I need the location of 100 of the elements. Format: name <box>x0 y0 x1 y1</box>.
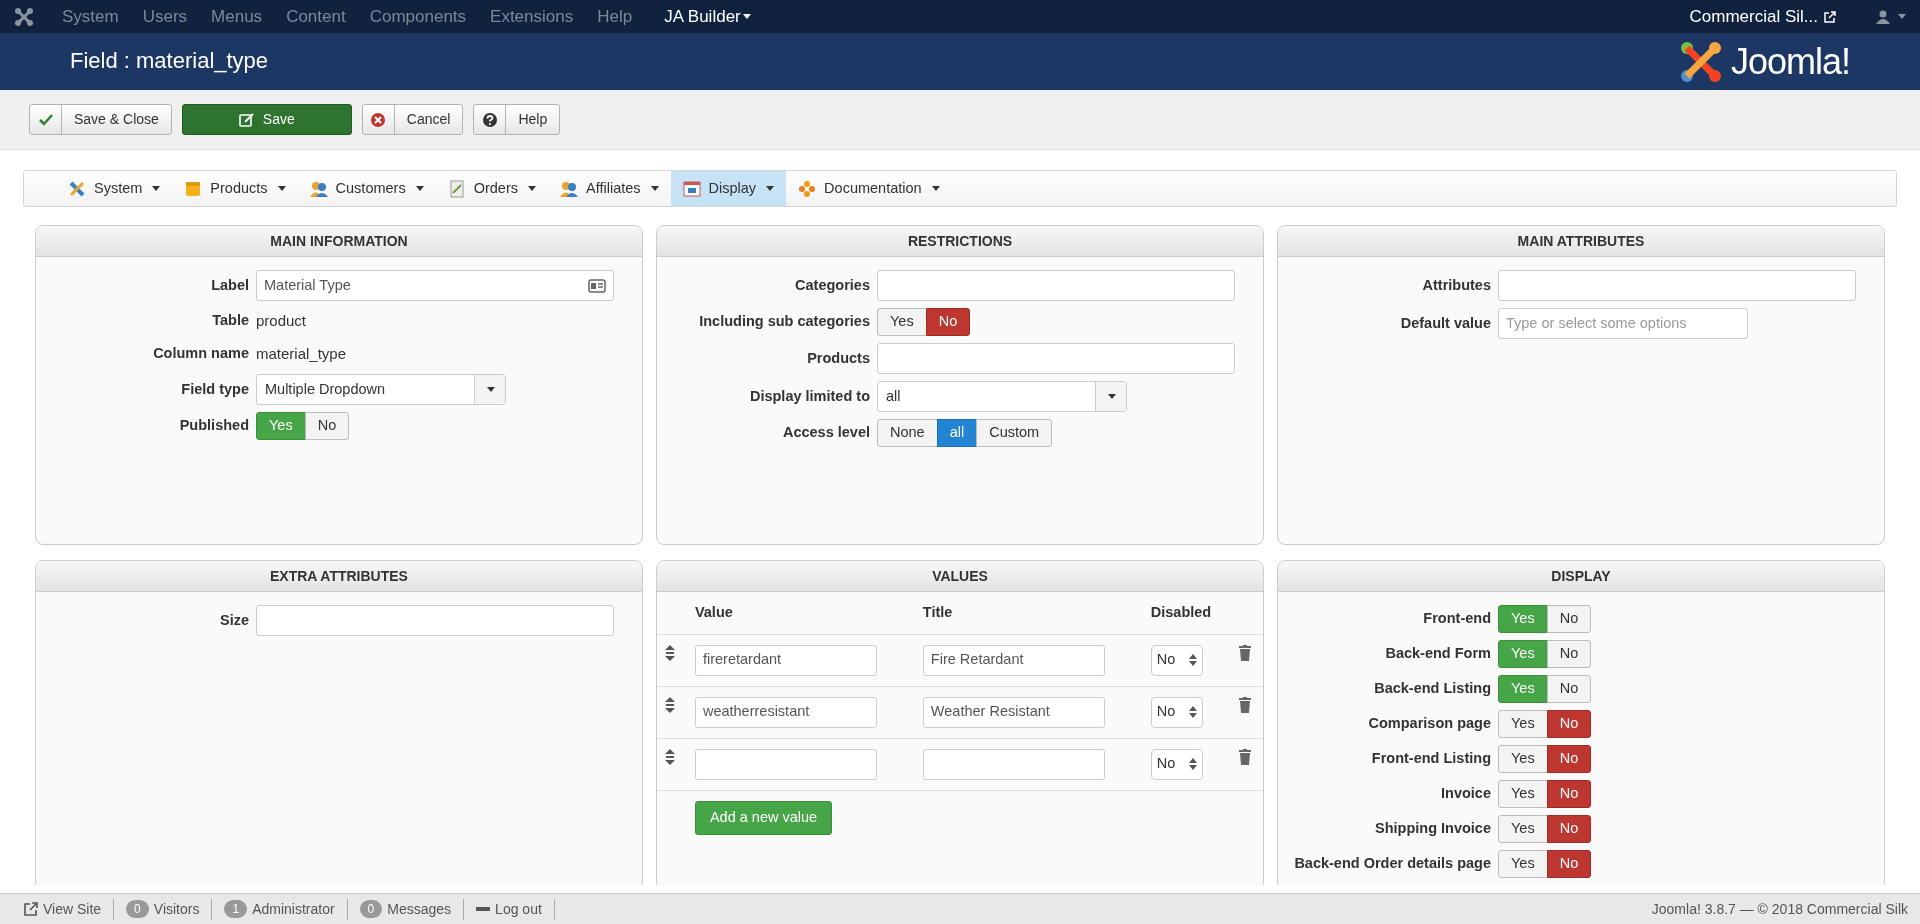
status-label: Visitors <box>153 899 200 919</box>
toggle-option[interactable]: No <box>925 308 971 336</box>
select-field[interactable]: No <box>1150 696 1203 728</box>
trash-icon[interactable] <box>1238 644 1251 661</box>
field-label: Label <box>210 275 250 295</box>
site-link[interactable]: Commercial Sil... <box>1689 3 1818 30</box>
column-header: Value <box>686 592 915 635</box>
user-icon <box>1876 9 1890 24</box>
menu-item[interactable]: System <box>62 3 119 30</box>
page-title: Field : material_type <box>70 48 269 75</box>
submenu-item[interactable]: Orders <box>435 171 548 206</box>
panel-title: MAIN INFORMATION <box>36 226 642 257</box>
input-field[interactable]: weatherresistant <box>694 696 877 728</box>
input-field[interactable]: Fire Retardant <box>922 644 1105 676</box>
caret-icon <box>650 186 659 191</box>
field-label: Display limited to <box>748 386 871 406</box>
caret-icon <box>931 186 940 191</box>
field-label: Shipping Invoice <box>1374 819 1492 839</box>
select-field[interactable]: all <box>877 381 1127 412</box>
field-label: Attributes <box>1421 275 1492 295</box>
panel-title: EXTRA ATTRIBUTES <box>36 561 642 592</box>
input-field[interactable]: fireretardant <box>694 644 877 676</box>
toggle-option[interactable]: No <box>1546 745 1592 773</box>
view-site-link[interactable]: View Site <box>43 898 102 920</box>
toggle-option[interactable]: No <box>1546 710 1592 738</box>
submenu-item[interactable]: System <box>56 171 173 206</box>
caret-icon <box>1108 394 1116 399</box>
toolbar-button[interactable]: Help <box>473 104 561 135</box>
close-icon <box>370 111 387 128</box>
input-field[interactable] <box>694 748 877 780</box>
caret-icon <box>487 387 495 392</box>
submenu-item[interactable]: Display <box>670 171 787 206</box>
input-field[interactable] <box>877 270 1235 301</box>
select-field[interactable]: Multiple Dropdown <box>256 374 506 405</box>
window-icon <box>682 179 701 198</box>
panel-title: RESTRICTIONS <box>657 226 1263 257</box>
toggle-option[interactable]: Yes <box>1498 850 1548 878</box>
field-label: Table <box>211 311 250 331</box>
external-link-icon <box>24 902 38 916</box>
flower-icon <box>798 179 817 198</box>
input-field[interactable] <box>922 748 1105 780</box>
toggle-option[interactable]: No <box>1546 815 1592 843</box>
caret-icon <box>415 186 424 191</box>
toggle-option[interactable]: Yes <box>1498 780 1548 808</box>
toggle-option[interactable]: Yes <box>1498 815 1548 843</box>
field-label: Size <box>219 610 250 630</box>
select-field[interactable]: No <box>1150 644 1203 676</box>
submenu-item[interactable]: Products <box>172 171 298 206</box>
tools-icon <box>68 179 86 198</box>
input-field[interactable] <box>256 605 614 636</box>
toggle-option[interactable]: No <box>1546 605 1592 633</box>
input-field[interactable]: Material Type <box>256 270 614 301</box>
menu-item[interactable]: Extensions <box>490 3 574 30</box>
field-label: Invoice <box>1440 784 1492 804</box>
toolbar-button[interactable]: Save & Close <box>29 104 172 135</box>
toggle-option[interactable]: all <box>936 419 978 447</box>
submenu-item[interactable]: Documentation <box>786 171 952 206</box>
toggle-option[interactable]: No <box>1546 780 1592 808</box>
menu-item[interactable]: Menus <box>211 3 263 30</box>
menu-item[interactable]: Content <box>286 3 346 30</box>
toggle-option[interactable]: No <box>1546 850 1592 878</box>
field-label: Comparison page <box>1367 714 1492 734</box>
toggle-option[interactable]: Yes <box>1498 745 1548 773</box>
toolbar-button[interactable]: Save <box>181 104 352 135</box>
field-label: Products <box>806 348 871 368</box>
toggle-option[interactable]: None <box>877 419 938 447</box>
trash-icon[interactable] <box>1238 748 1251 765</box>
toggle-option[interactable]: No <box>304 412 350 440</box>
logout-link[interactable]: Log out <box>495 898 542 920</box>
input-field[interactable]: Weather Resistant <box>922 696 1105 728</box>
count-badge: 1 <box>224 900 248 918</box>
drag-handle-icon[interactable] <box>665 644 675 661</box>
menu-item[interactable]: Help <box>597 3 633 30</box>
menu-item[interactable]: Components <box>369 3 467 30</box>
toggle-option[interactable]: Yes <box>1498 710 1548 738</box>
menu-item[interactable]: JA Builder <box>664 3 741 30</box>
submenu-item[interactable]: Customers <box>297 171 436 206</box>
people-icon <box>309 179 328 198</box>
submenu-item[interactable]: Affiliates <box>548 171 671 206</box>
select-field[interactable]: No <box>1150 748 1203 780</box>
column-header: Title <box>914 592 1143 635</box>
input-field[interactable] <box>1498 270 1856 301</box>
toggle-option[interactable]: No <box>1546 640 1592 668</box>
toggle-option[interactable]: Custom <box>976 419 1053 447</box>
sort-arrows-icon <box>1188 706 1197 719</box>
edit-icon <box>238 111 255 128</box>
drag-handle-icon[interactable] <box>665 696 675 713</box>
caret-icon <box>528 186 536 191</box>
trash-icon[interactable] <box>1238 696 1251 713</box>
joomla-logo-icon <box>1678 39 1723 84</box>
column-header: Disabled <box>1142 592 1231 635</box>
toolbar-button[interactable]: Cancel <box>361 104 464 135</box>
help-icon <box>481 111 498 128</box>
toggle-option[interactable]: Yes <box>877 308 927 336</box>
input-field[interactable] <box>877 343 1235 374</box>
toggle-option[interactable]: No <box>1546 675 1592 703</box>
menu-item[interactable]: Users <box>142 3 188 30</box>
caret-icon <box>152 186 161 191</box>
box-icon <box>184 179 203 198</box>
drag-handle-icon[interactable] <box>665 748 675 765</box>
